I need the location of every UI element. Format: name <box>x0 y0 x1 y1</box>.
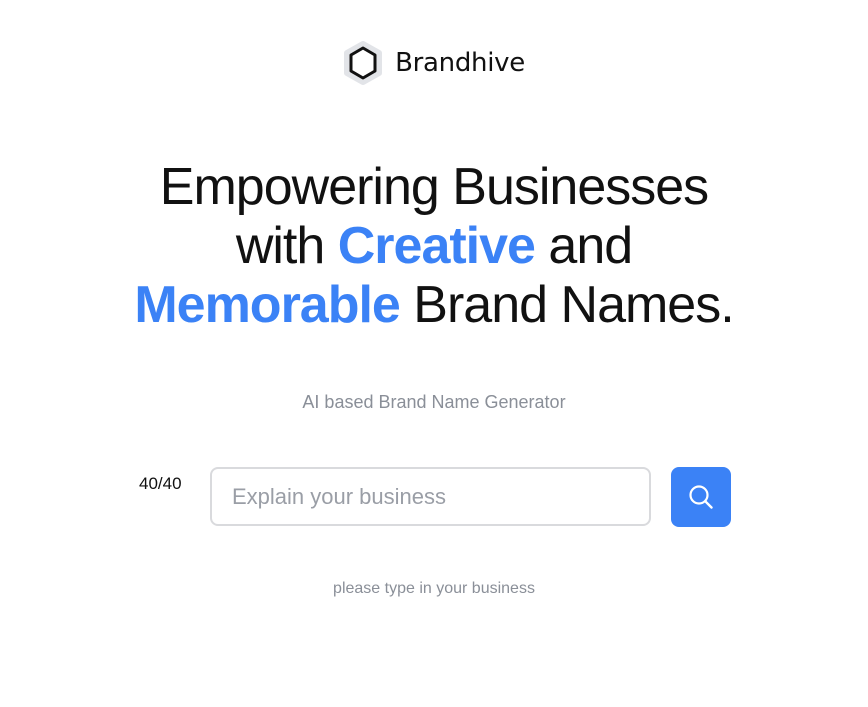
headline-accent-creative: Creative <box>337 217 536 275</box>
search-button[interactable] <box>671 467 731 527</box>
character-counter: 40/40 <box>139 474 182 493</box>
input-hint: please type in your business <box>333 580 535 597</box>
page-subtitle: AI based Brand Name Generator <box>302 392 566 412</box>
brand-logo[interactable]: Brandhive <box>0 40 868 86</box>
hero-headline: Empowering Businesses with Creative and … <box>0 158 868 335</box>
headline-line-2-post: and <box>534 217 633 275</box>
headline-line-2-pre: with <box>235 217 338 275</box>
headline-line-3-post: Brand Names. <box>399 276 734 334</box>
brand-name: Brandhive <box>395 48 525 78</box>
headline-line-1: Empowering Businesses <box>159 158 709 216</box>
hexagon-icon <box>344 41 383 85</box>
business-description-input[interactable] <box>210 467 651 526</box>
search-icon <box>689 485 713 509</box>
headline-accent-memorable: Memorable <box>134 276 401 334</box>
